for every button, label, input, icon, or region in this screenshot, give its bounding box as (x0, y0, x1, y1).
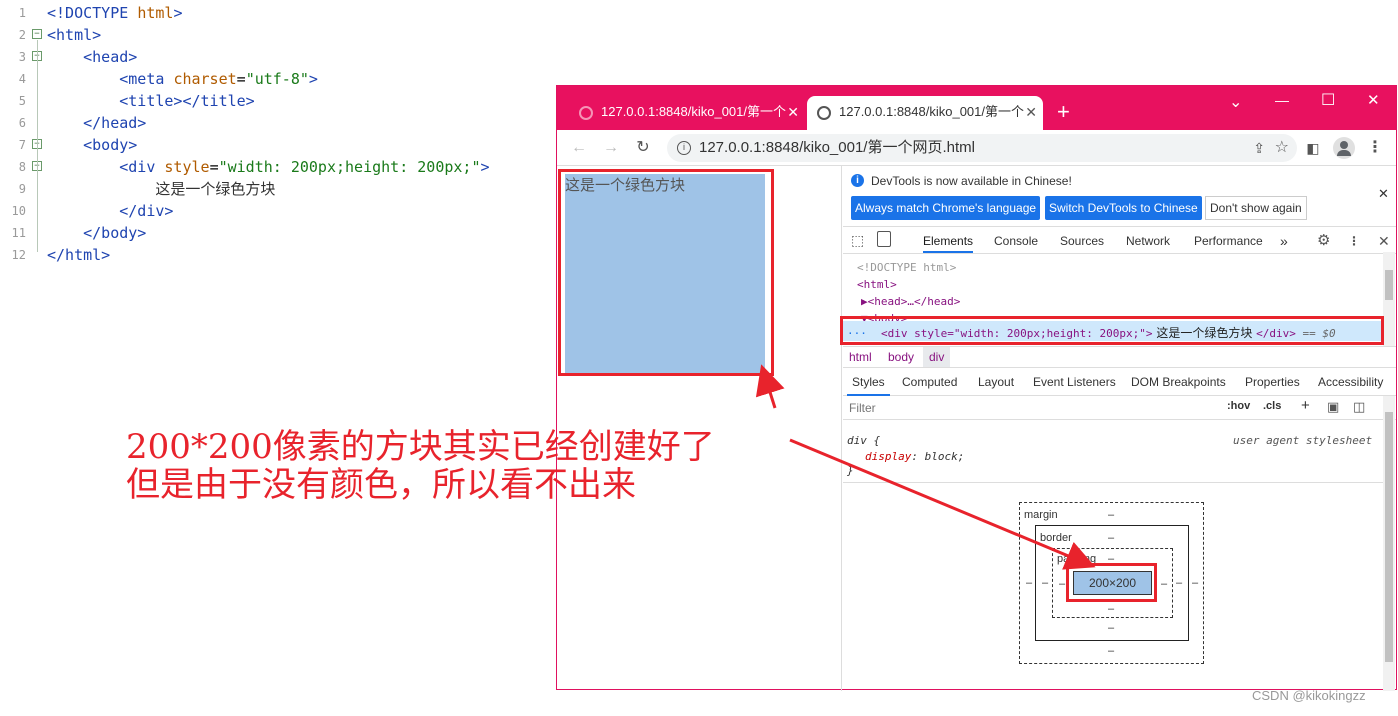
arrow-to-box (755, 364, 785, 409)
arrow-to-boxmodel (789, 438, 1096, 570)
annotation-line-1: 200*200像素的方块其实已经创建好了 (126, 427, 715, 467)
annotation-line-2: 但是由于没有颜色，所以看不出来 (126, 465, 636, 505)
annotation-arrows (755, 364, 1096, 570)
annotation-text: 200*200像素的方块其实已经创建好了 但是由于没有颜色，所以看不出来 (126, 428, 715, 504)
watermark: CSDN @kikokingzz (1252, 688, 1366, 703)
